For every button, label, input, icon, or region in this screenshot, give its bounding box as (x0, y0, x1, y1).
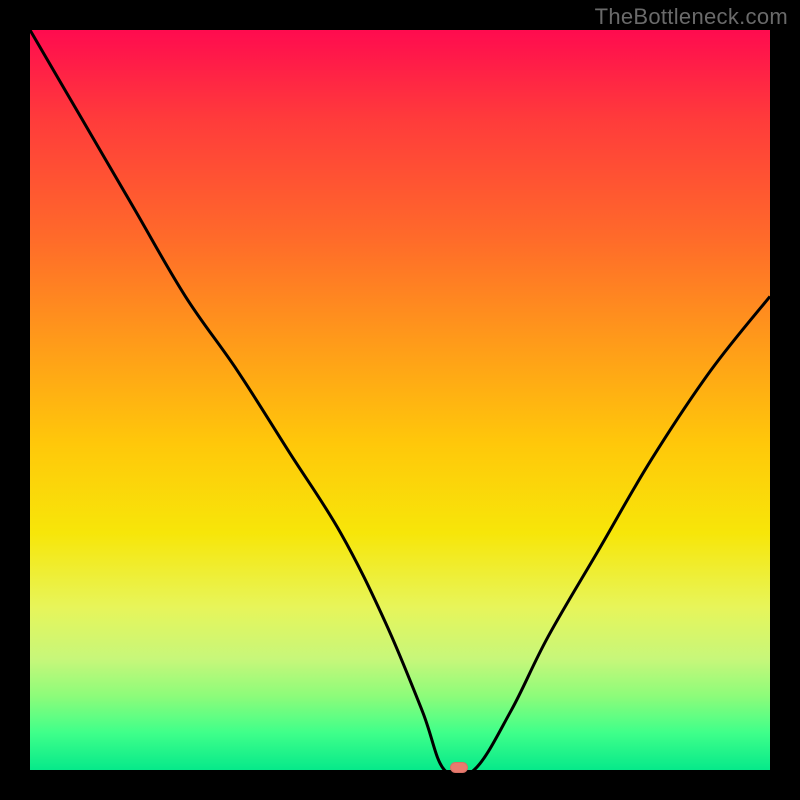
minimum-marker (450, 762, 468, 773)
plot-area (30, 30, 770, 770)
watermark: TheBottleneck.com (595, 4, 788, 30)
chart-outer: TheBottleneck.com (0, 0, 800, 800)
curve-svg (30, 30, 770, 770)
bottleneck-curve-path (30, 30, 770, 778)
